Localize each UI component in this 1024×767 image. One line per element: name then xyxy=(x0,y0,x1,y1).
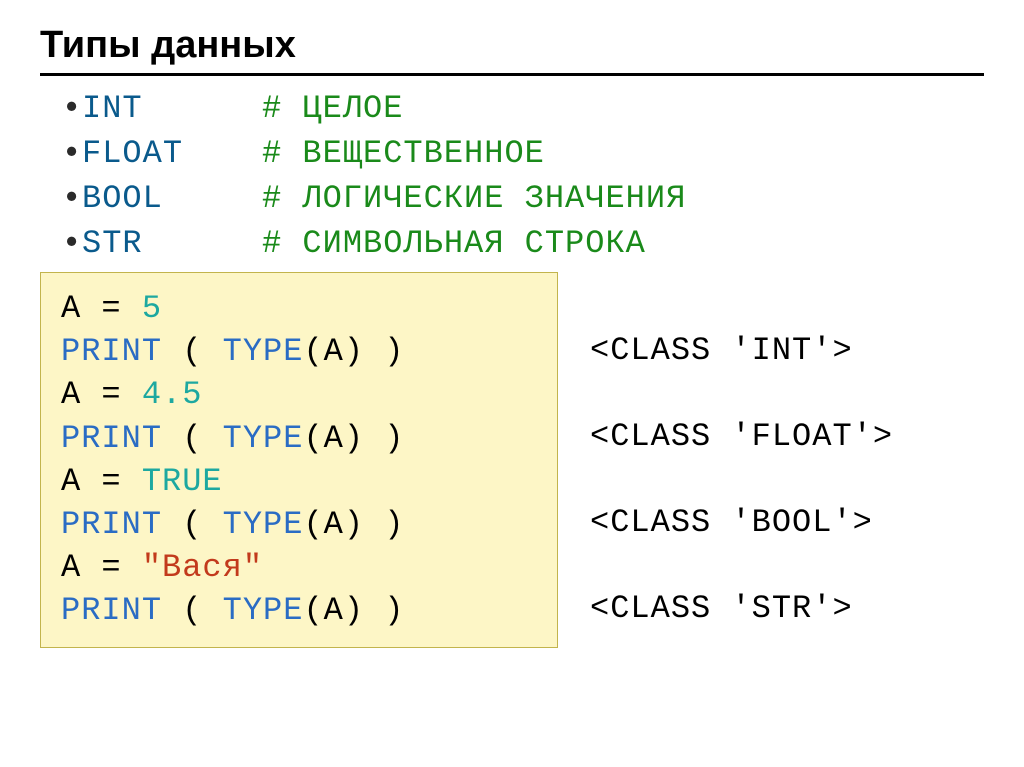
output-spacer xyxy=(590,544,893,587)
literal: 4.5 xyxy=(142,376,203,413)
code-line: A = TRUE xyxy=(61,460,533,503)
keyword: PRINT xyxy=(61,592,162,629)
code-text: (A) xyxy=(303,420,364,457)
code-line: PRINT ( TYPE(A) ) xyxy=(61,503,533,546)
output-line: <CLASS 'STR'> xyxy=(590,587,893,630)
code-text: ) xyxy=(364,506,404,543)
bullet-icon: • xyxy=(66,223,82,260)
type-desc: # СИМВОЛЬНАЯ СТРОКА xyxy=(262,225,646,262)
type-desc: # ЛОГИЧЕСКИЕ ЗНАЧЕНИЯ xyxy=(262,180,686,217)
type-name: INT xyxy=(82,90,262,127)
code-text: ( xyxy=(162,592,223,629)
type-row: • FLOAT # ВЕЩЕСТВЕННОЕ xyxy=(66,133,984,172)
code-line: A = 4.5 xyxy=(61,373,533,416)
keyword: PRINT xyxy=(61,420,162,457)
code-text: (A) xyxy=(303,333,364,370)
output-line: <CLASS 'INT'> xyxy=(590,329,893,372)
code-text: A = xyxy=(61,290,142,327)
type-name: FLOAT xyxy=(82,135,262,172)
keyword: TYPE xyxy=(223,592,304,629)
code-text: ) xyxy=(364,592,404,629)
code-text: ( xyxy=(162,333,223,370)
code-line: A = "Вася" xyxy=(61,546,533,589)
code-text: A = xyxy=(61,549,142,586)
slide-title: Типы данных xyxy=(40,24,984,67)
code-line: PRINT ( TYPE(A) ) xyxy=(61,417,533,460)
bullet-icon: • xyxy=(66,178,82,215)
code-text: A = xyxy=(61,463,142,500)
type-list: • INT # ЦЕЛОЕ • FLOAT # ВЕЩЕСТВЕННОЕ • B… xyxy=(66,88,984,262)
code-text: ( xyxy=(162,506,223,543)
literal: "Вася" xyxy=(142,549,263,586)
code-text: ) xyxy=(364,333,404,370)
code-line: PRINT ( TYPE(A) ) xyxy=(61,589,533,632)
output-spacer xyxy=(590,372,893,415)
bullet-icon: • xyxy=(66,88,82,125)
literal: TRUE xyxy=(142,463,223,500)
type-row: • BOOL # ЛОГИЧЕСКИЕ ЗНАЧЕНИЯ xyxy=(66,178,984,217)
code-text: (A) xyxy=(303,592,364,629)
type-name: BOOL xyxy=(82,180,262,217)
type-desc: # ВЕЩЕСТВЕННОЕ xyxy=(262,135,545,172)
output-column: <CLASS 'INT'> <CLASS 'FLOAT'> <CLASS 'BO… xyxy=(558,272,893,630)
slide-content: Типы данных • INT # ЦЕЛОЕ • FLOAT # ВЕЩЕ… xyxy=(0,0,1024,648)
type-name: STR xyxy=(82,225,262,262)
keyword: PRINT xyxy=(61,333,162,370)
bullet-icon: • xyxy=(66,133,82,170)
code-text: ( xyxy=(162,420,223,457)
type-row: • INT # ЦЕЛОЕ xyxy=(66,88,984,127)
code-text: (A) xyxy=(303,506,364,543)
code-box: A = 5 PRINT ( TYPE(A) ) A = 4.5 PRINT ( … xyxy=(40,272,558,648)
output-line: <CLASS 'FLOAT'> xyxy=(590,415,893,458)
type-row: • STR # СИМВОЛЬНАЯ СТРОКА xyxy=(66,223,984,262)
type-desc: # ЦЕЛОЕ xyxy=(262,90,403,127)
output-spacer xyxy=(590,458,893,501)
code-text: A = xyxy=(61,376,142,413)
keyword: TYPE xyxy=(223,333,304,370)
code-text: ) xyxy=(364,420,404,457)
divider xyxy=(40,73,984,76)
literal: 5 xyxy=(142,290,162,327)
code-line: A = 5 xyxy=(61,287,533,330)
output-spacer xyxy=(590,286,893,329)
code-line: PRINT ( TYPE(A) ) xyxy=(61,330,533,373)
keyword: TYPE xyxy=(223,506,304,543)
output-line: <CLASS 'BOOL'> xyxy=(590,501,893,544)
code-output-row: A = 5 PRINT ( TYPE(A) ) A = 4.5 PRINT ( … xyxy=(40,272,984,648)
keyword: PRINT xyxy=(61,506,162,543)
keyword: TYPE xyxy=(223,420,304,457)
